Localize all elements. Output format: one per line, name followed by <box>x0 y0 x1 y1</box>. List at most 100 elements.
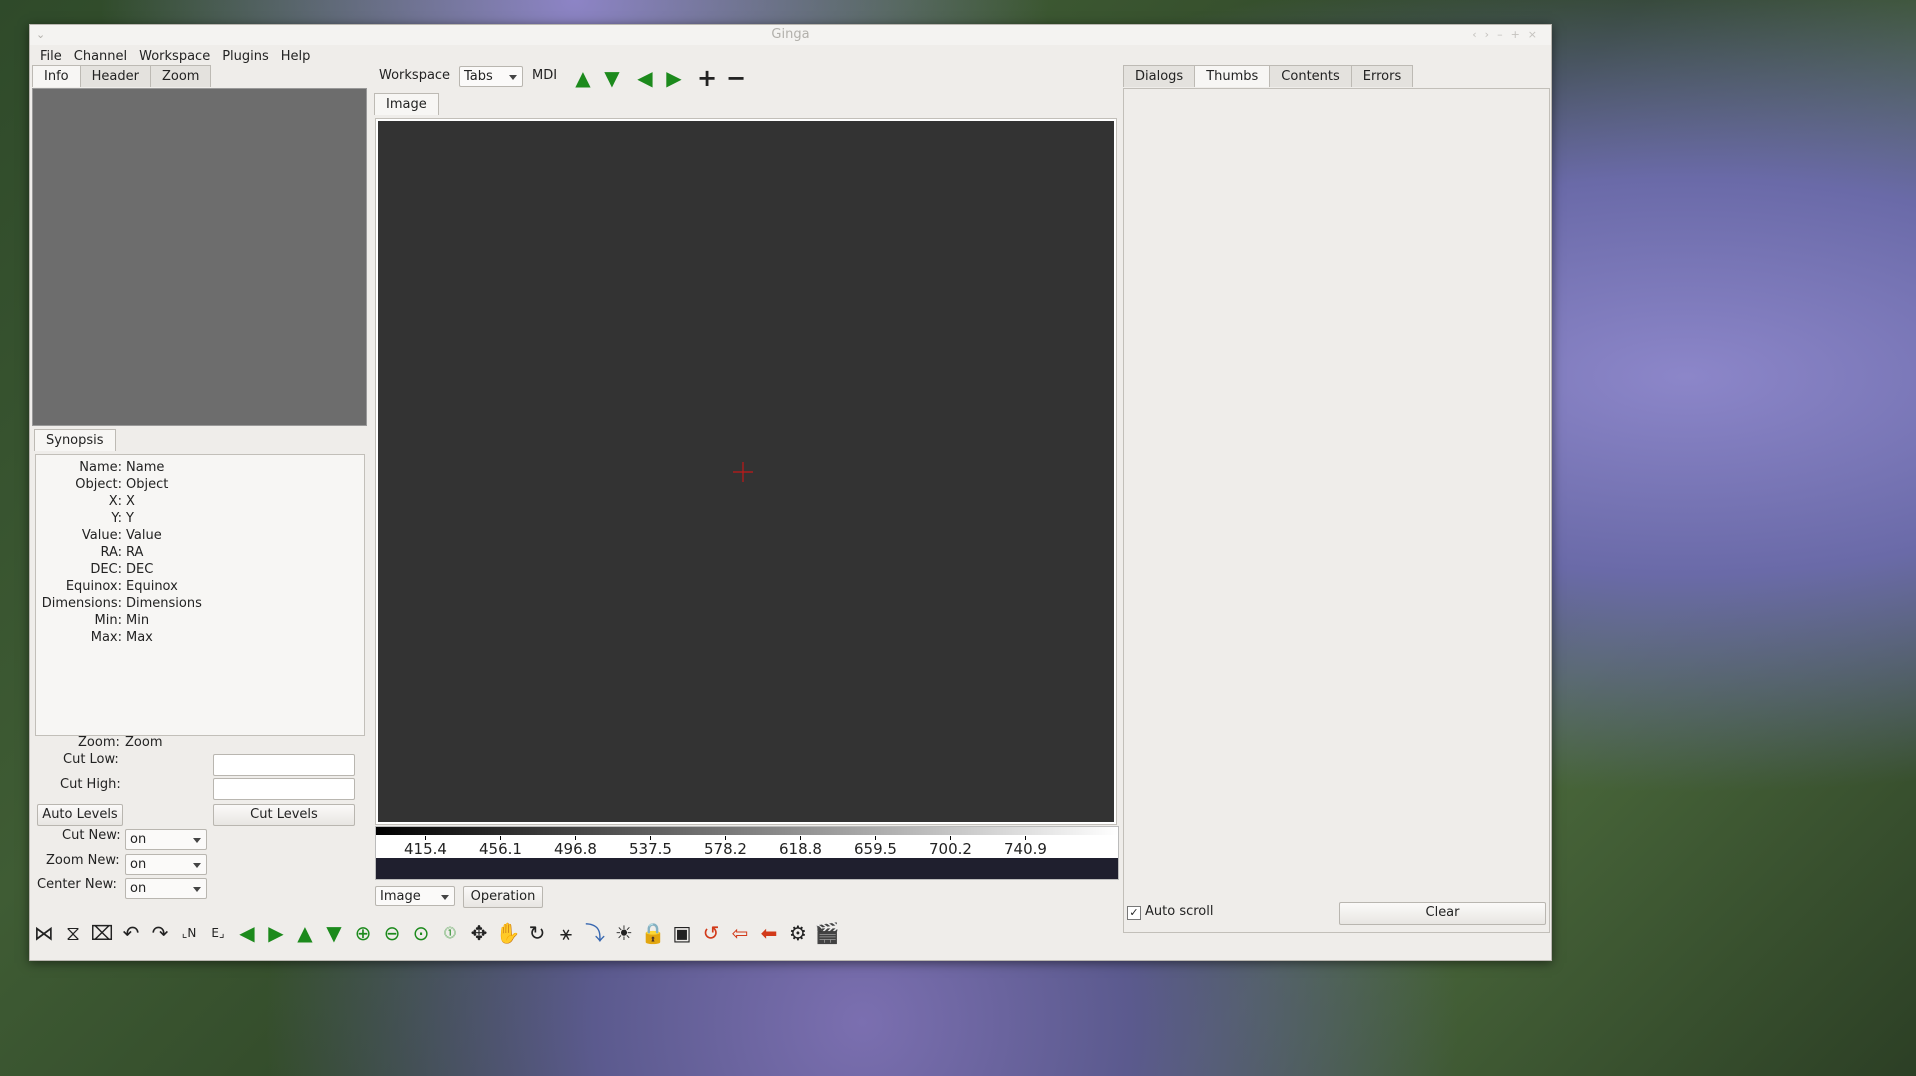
window-title: Ginga <box>771 27 810 42</box>
menu-workspace[interactable]: Workspace <box>133 49 216 64</box>
reset-colormap-icon[interactable]: ⬅ <box>756 920 782 946</box>
arrow-up-icon[interactable]: ▲ <box>570 65 596 91</box>
tab-header[interactable]: Header <box>79 65 151 87</box>
flip-x-icon[interactable]: ⋈ <box>31 920 57 946</box>
synopsis-row: Object: Object <box>75 477 169 492</box>
left-tabs: Info Header Zoom <box>32 65 212 87</box>
synopsis-row: Dimensions: Dimensions <box>41 596 202 611</box>
cut-new-label: Cut New: <box>62 828 121 843</box>
tab-image[interactable]: Image <box>374 93 439 115</box>
menu-file[interactable]: File <box>34 49 68 64</box>
synopsis-row: Name: Name <box>79 460 165 475</box>
cut-low-input[interactable] <box>213 754 355 776</box>
center-new-select[interactable]: on <box>125 878 207 899</box>
ginga-window: ⌄ Ginga ‹›–+× File Channel Workspace Plu… <box>29 24 1552 961</box>
synopsis-row: Value: Value <box>81 528 162 543</box>
rotate-cw-icon[interactable]: ↷ <box>147 920 173 946</box>
pan-icon[interactable]: ✥ <box>466 920 492 946</box>
colorbar[interactable]: 415.4 456.1 496.8 537.5 578.2 618.8 659.… <box>375 826 1119 880</box>
menu-plugins[interactable]: Plugins <box>216 49 275 64</box>
synopsis-row: X: X <box>108 494 135 509</box>
zoom-out-icon[interactable]: ⊖ <box>379 920 405 946</box>
colorbar-tick: 659.5 <box>854 840 897 858</box>
reset-rotation-icon[interactable]: ↺ <box>698 920 724 946</box>
cut-new-select[interactable]: on <box>125 829 207 850</box>
colormap-icon[interactable]: ▣ <box>669 920 695 946</box>
tab-dialogs[interactable]: Dialogs <box>1123 65 1196 87</box>
arrow-down-icon[interactable]: ▼ <box>599 65 625 91</box>
zoom-value: Zoom <box>125 735 163 750</box>
colorbar-tick: 456.1 <box>479 840 522 858</box>
auto-scroll-checkbox[interactable]: ✓ <box>1127 906 1141 920</box>
reset-contrast-icon[interactable]: ⇦ <box>727 920 753 946</box>
tab-thumbs[interactable]: Thumbs <box>1194 65 1271 87</box>
operation-button[interactable]: Operation <box>463 886 543 908</box>
cut-low-label: Cut Low: <box>63 752 119 767</box>
cuts-icon[interactable]: ⤵ <box>582 920 608 946</box>
cut-high-label: Cut High: <box>60 777 121 792</box>
lock-icon[interactable]: 🔒 <box>640 920 666 946</box>
menu-bar: File Channel Workspace Plugins Help <box>30 45 1551 67</box>
minus-icon[interactable]: − <box>723 65 749 91</box>
swap-xy-icon[interactable]: ⌧ <box>89 920 115 946</box>
chevron-down-icon <box>509 75 517 80</box>
cut-high-input[interactable] <box>213 778 355 800</box>
synopsis-tabs: Synopsis <box>34 429 116 451</box>
orient-ne-flip-icon[interactable]: E⌟ <box>205 920 231 946</box>
colorbar-tick: 415.4 <box>404 840 447 858</box>
cut-levels-button[interactable]: Cut Levels <box>213 804 355 826</box>
thumbs-panel: ✓ Auto scroll Clear <box>1123 88 1550 933</box>
flip-y-icon[interactable]: ⧖ <box>60 920 86 946</box>
chevron-down-icon <box>193 863 201 868</box>
bottom-toolbar: ⋈ ⧖ ⌧ ↶ ↷ ⌞N E⌟ ◀ ▶ ▲ ▼ ⊕ ⊖ ⊙ ⓵ ✥ ✋ ↻ ⚹ … <box>31 920 843 946</box>
next-image-icon[interactable]: ▶ <box>263 920 289 946</box>
tab-synopsis[interactable]: Synopsis <box>34 429 116 451</box>
colorbar-tick: 496.8 <box>554 840 597 858</box>
colorbar-ticks: 415.4 456.1 496.8 537.5 578.2 618.8 659.… <box>376 836 1118 858</box>
window-controls[interactable]: ‹›–+× <box>1472 25 1545 45</box>
orient-ne-icon[interactable]: ⌞N <box>176 920 202 946</box>
rotate-icon[interactable]: ↻ <box>524 920 550 946</box>
menu-channel[interactable]: Channel <box>68 49 133 64</box>
pan-preview[interactable] <box>32 88 367 426</box>
center-new-label: Center New: <box>37 877 117 892</box>
arrow-left-icon[interactable]: ◀ <box>632 65 658 91</box>
auto-levels-button[interactable]: Auto Levels <box>37 804 123 826</box>
workspace-label: Workspace <box>379 68 451 83</box>
contrast-icon[interactable]: ⚹ <box>553 920 579 946</box>
channel-select[interactable]: Image <box>375 886 455 906</box>
synopsis-row: RA: RA <box>100 545 144 560</box>
prev-image-icon[interactable]: ◀ <box>234 920 260 946</box>
synopsis-row: Equinox: Equinox <box>65 579 178 594</box>
rotate-ccw-icon[interactable]: ↶ <box>118 920 144 946</box>
tab-zoom[interactable]: Zoom <box>149 65 212 87</box>
zoom-label: Zoom: <box>78 735 120 750</box>
next-channel-icon[interactable]: ▼ <box>321 920 347 946</box>
zoom-fit-icon[interactable]: ⊙ <box>408 920 434 946</box>
tab-info[interactable]: Info <box>32 65 81 87</box>
zoom-new-select[interactable]: on <box>125 854 207 875</box>
workspace-mode-select[interactable]: Tabs <box>459 66 523 87</box>
tab-contents[interactable]: Contents <box>1269 65 1352 87</box>
arrow-right-icon[interactable]: ▶ <box>661 65 687 91</box>
synopsis-row: DEC: DEC <box>90 562 154 577</box>
image-canvas[interactable] <box>378 121 1114 822</box>
zoom-100-icon[interactable]: ⓵ <box>437 920 463 946</box>
settings-icon[interactable]: ⚙ <box>785 920 811 946</box>
status-strip <box>376 858 1118 879</box>
crosshair-icon <box>733 462 753 482</box>
plus-icon[interactable]: + <box>694 65 720 91</box>
synopsis-panel: Name: Name Object: Object X: X Y: Y Value: Va… <box>35 454 365 736</box>
menu-help[interactable]: Help <box>275 49 317 64</box>
hand-icon[interactable]: ✋ <box>495 920 521 946</box>
zoom-in-icon[interactable]: ⊕ <box>350 920 376 946</box>
zoom-new-label: Zoom New: <box>46 853 120 868</box>
prev-channel-icon[interactable]: ▲ <box>292 920 318 946</box>
clapper-icon[interactable]: 🎬 <box>814 920 840 946</box>
workspace-toolbar: ▲ ▼ ◀ ▶ + − <box>570 65 752 91</box>
auto-scroll-label: Auto scroll <box>1145 904 1214 919</box>
brightness-icon[interactable]: ☀ <box>611 920 637 946</box>
window-menu-icon[interactable]: ⌄ <box>36 25 45 45</box>
tab-errors[interactable]: Errors <box>1350 65 1414 87</box>
clear-button[interactable]: Clear <box>1339 902 1546 925</box>
